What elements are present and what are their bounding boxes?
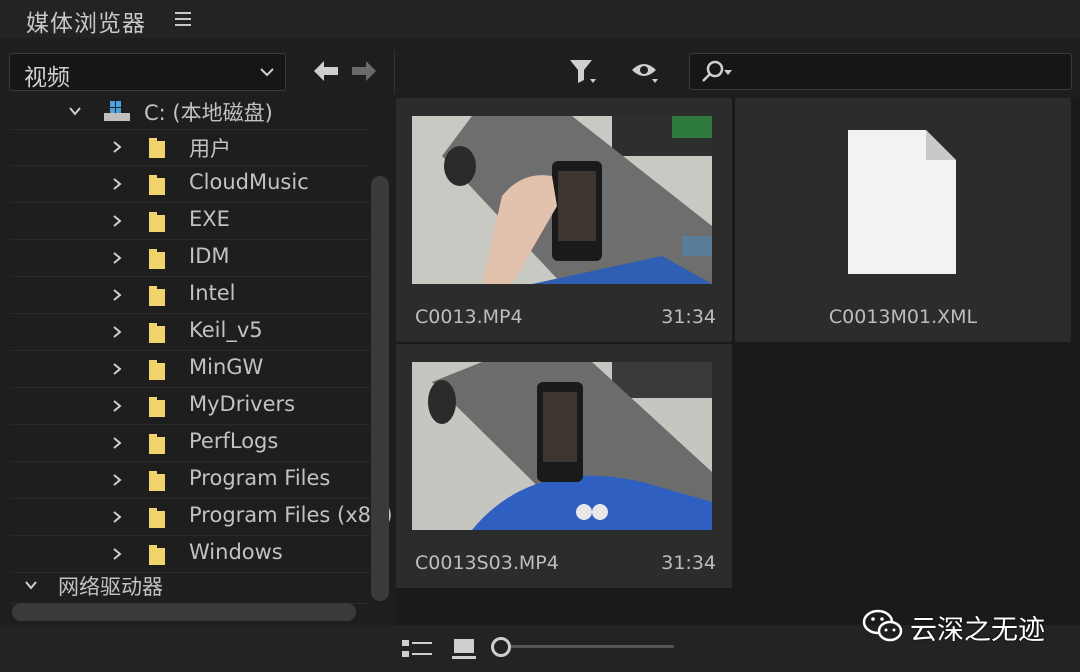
file-grid: C0013.MP4 31:34 C0013M01.XML C0013S03.MP… xyxy=(396,98,1080,625)
file-item[interactable]: C0013.MP4 31:34 xyxy=(396,98,732,342)
folder-icon xyxy=(149,434,165,454)
wechat-icon xyxy=(862,609,903,642)
file-name: C0013S03.MP4 xyxy=(415,552,559,574)
folder-icon xyxy=(149,286,165,306)
tree-item-folder[interactable]: IDM xyxy=(10,241,370,277)
folder-icon xyxy=(149,360,165,380)
folder-icon xyxy=(149,323,165,343)
eye-icon[interactable] xyxy=(630,58,660,86)
folder-tree: C: (本地磁盘) 用户 CloudMusic EXE IDM Intel Ke… xyxy=(10,98,394,625)
tree-item-label: Keil_v5 xyxy=(189,318,263,342)
folder-icon xyxy=(149,212,165,232)
tree-item-label: Program Files (x86) xyxy=(189,503,393,527)
panel-header: 媒体浏览器 xyxy=(0,0,1080,38)
panel-title: 媒体浏览器 xyxy=(26,11,146,37)
chevron-down-icon[interactable] xyxy=(24,578,38,592)
folder-icon xyxy=(149,545,165,565)
tree-item-folder[interactable]: Keil_v5 xyxy=(10,315,370,351)
arrow-left-icon[interactable] xyxy=(312,58,340,84)
chevron-right-icon[interactable] xyxy=(110,288,124,302)
tree-item-label: PerfLogs xyxy=(189,429,279,453)
folder-icon xyxy=(149,138,165,158)
video-thumbnail xyxy=(412,362,712,530)
toolbar-divider xyxy=(394,50,395,94)
file-duration: 31:34 xyxy=(661,306,716,328)
chevron-right-icon[interactable] xyxy=(110,399,124,413)
tree-item-folder[interactable]: EXE xyxy=(10,204,370,240)
chevron-right-icon[interactable] xyxy=(110,510,124,524)
tree-item-folder[interactable]: Program Files xyxy=(10,463,370,499)
chevron-right-icon[interactable] xyxy=(110,436,124,450)
menu-icon[interactable] xyxy=(175,12,191,26)
chevron-down-icon[interactable] xyxy=(68,104,82,118)
tree-horizontal-scrollbar[interactable] xyxy=(12,603,356,621)
tree-item-network-drives[interactable]: 网络驱动器 xyxy=(10,568,370,604)
tree-item-drive-c[interactable]: C: (本地磁盘) xyxy=(10,98,370,130)
tree-item-label: MinGW xyxy=(189,355,264,379)
list-view-icon[interactable] xyxy=(400,637,434,661)
chevron-right-icon[interactable] xyxy=(110,140,124,154)
tree-item-label: Windows xyxy=(189,540,283,564)
folder-icon xyxy=(149,508,165,528)
chevron-right-icon[interactable] xyxy=(110,547,124,561)
filter-icon[interactable] xyxy=(568,58,598,86)
toolbar: 视频 xyxy=(0,40,1080,98)
watermark-text: 云深之无迹 xyxy=(910,615,1045,646)
thumbnail-size-slider-handle[interactable] xyxy=(491,637,511,657)
document-icon xyxy=(848,130,956,274)
search-input[interactable] xyxy=(689,53,1072,90)
chevron-right-icon[interactable] xyxy=(110,214,124,228)
chevron-down-icon xyxy=(260,68,274,77)
tree-item-folder[interactable]: PerfLogs xyxy=(10,426,370,462)
thumbnail-size-slider[interactable] xyxy=(498,645,674,648)
folder-icon xyxy=(149,471,165,491)
tree-item-folder[interactable]: MinGW xyxy=(10,352,370,388)
icon-view-icon[interactable] xyxy=(450,637,484,661)
file-item[interactable]: C0013M01.XML xyxy=(735,98,1071,342)
tree-item-label: C: (本地磁盘) xyxy=(144,101,273,125)
tree-item-label: MyDrivers xyxy=(189,392,296,416)
tree-item-label: 网络驱动器 xyxy=(58,575,163,599)
tree-item-label: IDM xyxy=(189,244,230,268)
tree-item-folder[interactable]: MyDrivers xyxy=(10,389,370,425)
chevron-right-icon[interactable] xyxy=(110,473,124,487)
media-type-select[interactable]: 视频 xyxy=(9,53,286,91)
tree-item-folder[interactable]: 用户 xyxy=(10,130,370,166)
chevron-right-icon[interactable] xyxy=(110,251,124,265)
drive-icon xyxy=(104,101,130,121)
tree-item-label: 用户 xyxy=(189,137,231,161)
folder-icon xyxy=(149,249,165,269)
chevron-right-icon[interactable] xyxy=(110,325,124,339)
tree-vertical-scrollbar[interactable] xyxy=(371,176,389,601)
folder-icon xyxy=(149,175,165,195)
tree-item-folder[interactable]: Intel xyxy=(10,278,370,314)
tree-item-label: Program Files xyxy=(189,466,331,490)
file-item[interactable]: C0013S03.MP4 31:34 xyxy=(396,344,732,588)
file-name: C0013M01.XML xyxy=(828,306,978,328)
tree-item-label: EXE xyxy=(189,207,230,231)
file-duration: 31:34 xyxy=(661,552,716,574)
chevron-right-icon[interactable] xyxy=(110,362,124,376)
tree-item-label: Intel xyxy=(189,281,236,305)
video-thumbnail xyxy=(412,116,712,284)
tree-item-folder[interactable]: Program Files (x86) xyxy=(10,500,393,536)
chevron-right-icon[interactable] xyxy=(110,177,124,191)
arrow-right-icon[interactable] xyxy=(350,58,378,84)
tree-item-folder[interactable]: CloudMusic xyxy=(10,167,370,203)
file-name: C0013.MP4 xyxy=(415,306,523,328)
search-icon xyxy=(702,60,732,82)
media-type-select-value: 视频 xyxy=(24,65,70,91)
tree-item-label: CloudMusic xyxy=(189,170,309,194)
folder-icon xyxy=(149,397,165,417)
